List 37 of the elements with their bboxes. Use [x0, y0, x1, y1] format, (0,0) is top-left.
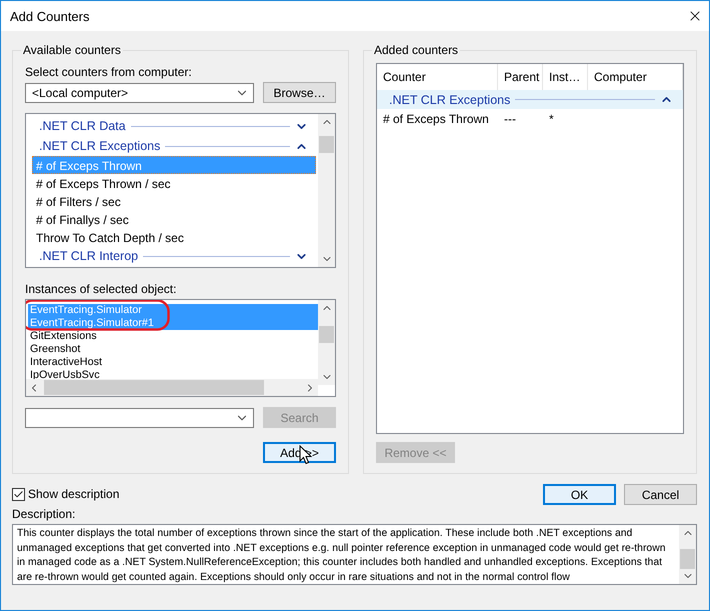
scrollbar-thumb[interactable] [680, 549, 695, 569]
cancel-button[interactable]: Cancel [624, 484, 697, 505]
checkbox[interactable] [12, 488, 25, 500]
search-dropdown[interactable] [25, 408, 254, 428]
scrollbar-thumb[interactable] [44, 380, 264, 395]
browse-button[interactable]: Browse… [263, 82, 336, 103]
table-cell-text: * [548, 112, 555, 126]
field-label: Select counters from computer: [25, 65, 193, 79]
instance-item[interactable]: Greenshot [28, 343, 318, 356]
counter-group-header[interactable]: .NET CLR Data [32, 116, 318, 136]
checkbox-label: Show description [28, 487, 120, 501]
scrollbar-thumb[interactable] [319, 136, 334, 153]
computer-dropdown[interactable]: <Local computer> [25, 82, 254, 102]
instance-item[interactable]: GitExtensions [28, 330, 318, 344]
counter-group-header[interactable]: .NET CLR Exceptions [32, 136, 318, 156]
group-legend: Added counters [372, 43, 460, 57]
scrollbar[interactable] [679, 525, 696, 584]
counter-item[interactable]: # of Filters / sec [32, 192, 316, 210]
scrollbar[interactable] [318, 114, 335, 268]
group-legend: Available counters [21, 43, 123, 57]
scrollbar-thumb[interactable] [319, 326, 334, 344]
counter-item[interactable]: Throw To Catch Depth / sec [32, 228, 316, 246]
description-label: Description: [12, 507, 76, 521]
counter-group-header[interactable]: .NET CLR Interop [32, 246, 318, 266]
counter-item[interactable]: # of Exceps Thrown / sec [32, 174, 316, 192]
scrollbar[interactable] [318, 300, 335, 386]
ok-button[interactable]: OK [543, 484, 616, 505]
window-title: Add Counters [10, 8, 90, 24]
counter-item[interactable]: # of Finallys / sec [32, 210, 316, 228]
table-group-header[interactable]: .NET CLR Exceptions [377, 90, 683, 109]
instance-item[interactable]: InteractiveHost [28, 356, 318, 370]
instance-item[interactable]: IpOverUsbSvc [28, 369, 318, 382]
description-text: This counter displays the total number of exceptions thrown since the start of the application. These include both .NET exceptions and unmanaged exceptions that get converted into .NET exceptions e.g. null pointer reference exception in unmanaged code would get re-thrown in managed code as a .NET System.NullReferenceException; this counter includes both handled and unhandled exceptions. Exceptions that are re-thrown would get counted again. Exceptions should only occur in rare situations and not in the normal control flow [16, 527, 666, 584]
field-label: Instances of selected object: [25, 282, 178, 296]
table-cell-text: # of Exceps Thrown [382, 112, 490, 126]
horizontal-scrollbar[interactable] [26, 379, 318, 396]
table-cell-text: --- [503, 112, 517, 126]
